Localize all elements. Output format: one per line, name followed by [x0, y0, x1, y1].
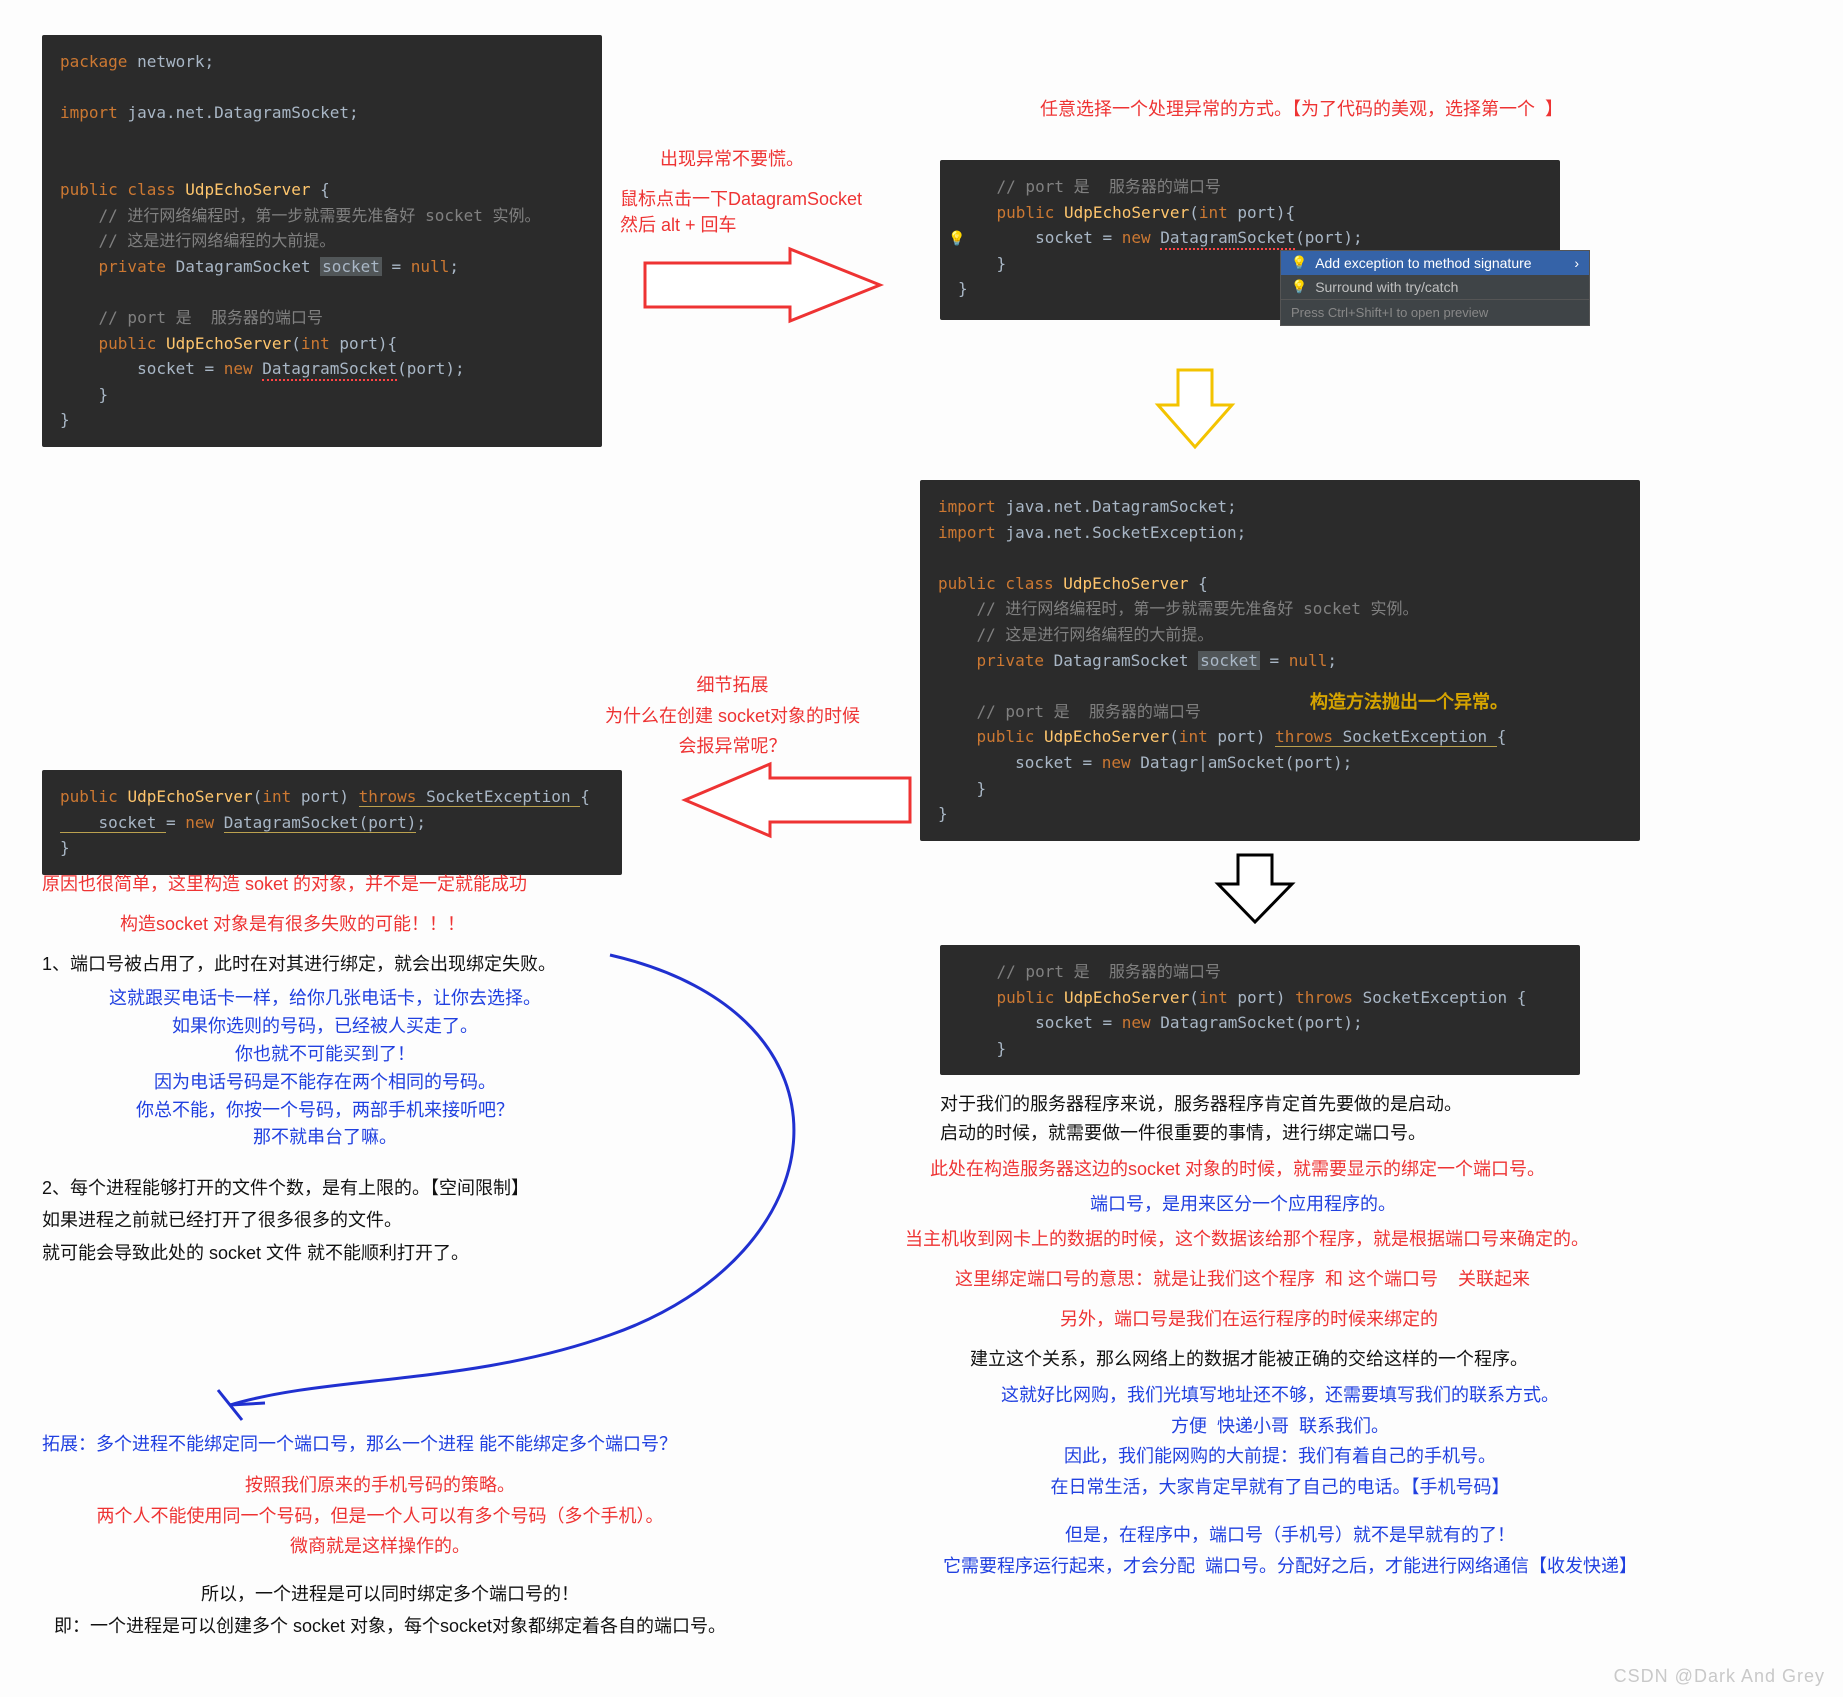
quickfix-add-exception[interactable]: 💡 Add exception to method signature ›: [1281, 251, 1589, 275]
lightbulb-icon: 💡: [1291, 255, 1307, 271]
kw: package: [60, 52, 137, 71]
error-bulb-icon: 💡: [1291, 279, 1307, 295]
r-p4: 当主机收到网卡上的数据的时候，这个数据该给那个程序，就是根据端口号来确定的。: [905, 1225, 1589, 1251]
code-block-3: import java.net.DatagramSocket; import j…: [920, 480, 1640, 841]
quickfix-popup: 💡 Add exception to method signature › 💡 …: [1280, 250, 1590, 326]
arrow-right-red-1: [640, 245, 900, 325]
left-p1: 原因也很简单，这里构造 soket 的对象，并不是一定就能成功: [42, 870, 527, 896]
quickfix-hint: Press Ctrl+Shift+I to open preview: [1281, 299, 1589, 325]
ann-exception-hint: 出现异常不要慌。: [660, 145, 804, 171]
ann-alt-enter: 鼠标点击一下DatagramSocket 然后 alt + 回车: [620, 185, 862, 237]
hand-drawn-curve: [190, 945, 910, 1435]
left-ext1: 拓展：多个进程不能绑定同一个端口号，那么一个进程 能不能绑定多个端口号？: [42, 1430, 677, 1456]
left-ext2: 按照我们原来的手机号码的策略。 两个人不能使用同一个号码，但是一个人可以有多个号…: [80, 1470, 680, 1562]
code-block-1: package network; import java.net.Datagra…: [42, 35, 602, 447]
arrow-left-red: [680, 760, 920, 840]
left-ext3: 所以，一个进程是可以同时绑定多个端口号的！ 即：一个进程是可以创建多个 sock…: [40, 1578, 740, 1643]
r-p8: 这就好比网购，我们光填写地址还不够，还需要填写我们的联系方式。 方便 快递小哥 …: [920, 1380, 1640, 1502]
quickfix-surround-trycatch[interactable]: 💡 Surround with try/catch: [1281, 275, 1589, 299]
error-bulb-icon: 💡: [948, 230, 965, 247]
left-p2: 构造socket 对象是有很多失败的可能！！！: [120, 910, 465, 936]
ann-constructor-throws: 构造方法抛出一个异常。: [1310, 688, 1508, 714]
r-p9: 但是，在程序中，端口号（手机号）就不是早就有的了！ 它需要程序运行起来，才会分配…: [910, 1520, 1670, 1581]
ann-choose-handler: 任意选择一个处理异常的方式。【为了代码的美观，选择第一个 】: [1040, 95, 1563, 121]
code-block-5: public UdpEchoServer(int port) throws So…: [42, 770, 622, 875]
arrow-down-black: [1210, 850, 1300, 930]
r-p3: 端口号，是用来区分一个应用程序的。: [1090, 1190, 1396, 1216]
r-p5: 这里绑定端口号的意思：就是让我们这个程序 和 这个端口号 关联起来: [955, 1265, 1530, 1291]
arrow-down-yellow: [1150, 365, 1240, 455]
r-p6: 另外，端口号是我们在运行程序的时候来绑定的: [1060, 1305, 1438, 1331]
r-p2: 此处在构造服务器这边的socket 对象的时候，就需要显示的绑定一个端口号。: [930, 1155, 1545, 1181]
r-p1: 对于我们的服务器程序来说，服务器程序肯定首先要做的是启动。 启动的时候，就需要做…: [940, 1090, 1462, 1148]
code-block-4: // port 是 服务器的端口号 public UdpEchoServer(i…: [940, 945, 1580, 1075]
watermark: CSDN @Dark And Grey: [1614, 1666, 1825, 1687]
ann-detail: 细节拓展 为什么在创建 socket对象的时候 会报异常呢？: [605, 670, 860, 762]
r-p7: 建立这个关系，那么网络上的数据才能被正确的交给这样的一个程序。: [970, 1345, 1528, 1371]
